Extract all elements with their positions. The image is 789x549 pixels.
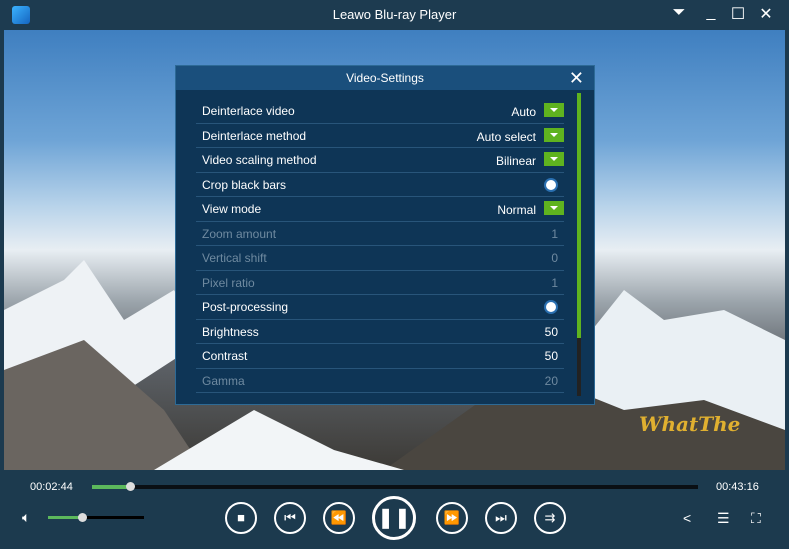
close-icon[interactable]: ✕ bbox=[569, 66, 584, 90]
setting-row: Pixel ratio 1 bbox=[196, 271, 564, 296]
watermark-logo: WhatThe bbox=[639, 412, 740, 436]
playlist-mode-button[interactable]: ⇉ bbox=[534, 502, 566, 534]
title-bar: Leawo Blu-ray Player ⏷ _ ☐ ✕ bbox=[0, 0, 789, 30]
setting-value[interactable]: Bilinear bbox=[496, 149, 536, 173]
dialog-title: Video-Settings bbox=[346, 71, 424, 85]
close-button[interactable]: ✕ bbox=[755, 4, 777, 24]
setting-row: Video scaling method Bilinear bbox=[196, 148, 564, 173]
rewind-button[interactable]: ⏪ bbox=[323, 502, 355, 534]
setting-label: Deinterlace method bbox=[202, 129, 306, 143]
setting-row: Vertical shift 0 bbox=[196, 246, 564, 271]
playlist-icon[interactable]: ☰ bbox=[717, 510, 730, 527]
setting-row: Contrast 50 bbox=[196, 344, 564, 369]
setting-label: Contrast bbox=[202, 349, 247, 363]
setting-label: Zoom amount bbox=[202, 227, 276, 241]
setting-row: Brightness 50 bbox=[196, 320, 564, 345]
setting-label: Deinterlace video bbox=[202, 104, 295, 118]
minimize-button[interactable]: _ bbox=[700, 4, 722, 22]
setting-value[interactable]: Auto bbox=[511, 100, 536, 124]
seek-bar[interactable] bbox=[92, 485, 698, 489]
next-button[interactable]: ⏭ bbox=[485, 502, 517, 534]
dropdown-arrow-icon[interactable] bbox=[544, 152, 564, 166]
setting-label: Gamma bbox=[202, 374, 245, 388]
pause-button[interactable]: ❚❚ bbox=[372, 496, 416, 540]
fast-forward-button[interactable]: ⏩ bbox=[436, 502, 468, 534]
setting-row: Crop black bars bbox=[196, 173, 564, 198]
scrollbar[interactable] bbox=[577, 93, 581, 396]
scrollbar-thumb[interactable] bbox=[577, 93, 581, 338]
setting-value: 0 bbox=[551, 246, 558, 270]
setting-value: 1 bbox=[551, 271, 558, 295]
setting-label: View mode bbox=[202, 202, 261, 216]
setting-row: Gamma 20 bbox=[196, 369, 564, 394]
volume-fill bbox=[48, 516, 82, 519]
setting-value: 20 bbox=[545, 369, 558, 393]
toggle-radio[interactable] bbox=[546, 302, 556, 312]
elapsed-time: 00:02:44 bbox=[30, 481, 73, 493]
setting-label: Post-processing bbox=[202, 300, 288, 314]
dialog-header: Video-Settings ✕ bbox=[176, 66, 594, 90]
seek-handle[interactable] bbox=[126, 482, 135, 491]
player-controls: 00:02:44 00:43:16 🔈︎ ■ ⏮ ⏪ ❚❚ ⏩ ⏭ ⇉ < ☰ … bbox=[0, 470, 789, 549]
video-settings-dialog: Video-Settings ✕ Deinterlace videoAutoDe… bbox=[175, 65, 595, 405]
volume-icon[interactable]: 🔈︎ bbox=[22, 509, 30, 526]
seek-progress-fill bbox=[92, 485, 130, 489]
toggle-radio[interactable] bbox=[546, 180, 556, 190]
duration-time: 00:43:16 bbox=[716, 481, 759, 493]
setting-value[interactable]: 50 bbox=[545, 344, 558, 368]
fullscreen-icon[interactable]: ⛶ bbox=[751, 510, 761, 527]
setting-label: Vertical shift bbox=[202, 251, 267, 265]
setting-row: Post-processing bbox=[196, 295, 564, 320]
setting-label: Pixel ratio bbox=[202, 276, 255, 290]
dropdown-arrow-icon[interactable] bbox=[544, 201, 564, 215]
setting-label: Brightness bbox=[202, 325, 259, 339]
setting-row: View mode Normal bbox=[196, 197, 564, 222]
volume-handle[interactable] bbox=[78, 513, 87, 522]
setting-row: Deinterlace video Auto bbox=[196, 99, 564, 124]
volume-slider[interactable] bbox=[48, 516, 144, 519]
setting-row: Deinterlace method Auto select bbox=[196, 124, 564, 149]
share-icon[interactable]: < bbox=[683, 510, 691, 526]
menu-dropdown-icon[interactable]: ⏷ bbox=[668, 4, 690, 22]
setting-label: Video scaling method bbox=[202, 153, 317, 167]
setting-value[interactable]: 50 bbox=[545, 320, 558, 344]
maximize-button[interactable]: ☐ bbox=[727, 4, 749, 24]
setting-row: Zoom amount 1 bbox=[196, 222, 564, 247]
previous-button[interactable]: ⏮ bbox=[274, 502, 306, 534]
setting-label: Crop black bars bbox=[202, 178, 286, 192]
setting-value[interactable]: Auto select bbox=[477, 125, 536, 149]
setting-value: 1 bbox=[551, 222, 558, 246]
settings-list: Deinterlace video Auto Deinterlace method A… bbox=[196, 99, 564, 393]
dropdown-arrow-icon[interactable] bbox=[544, 103, 564, 117]
setting-value[interactable]: Normal bbox=[497, 198, 536, 222]
stop-button[interactable]: ■ bbox=[225, 502, 257, 534]
dropdown-arrow-icon[interactable] bbox=[544, 128, 564, 142]
